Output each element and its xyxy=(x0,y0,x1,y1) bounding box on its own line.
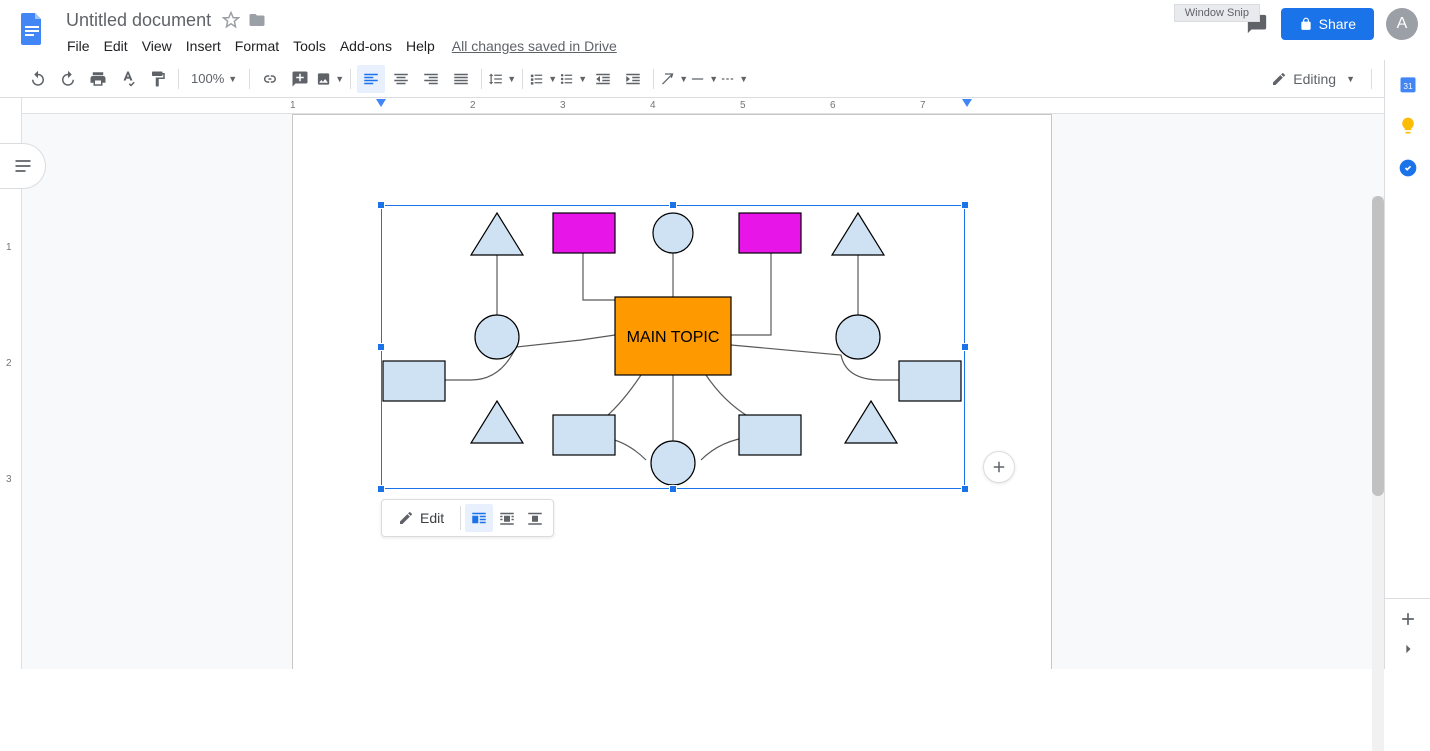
chevron-down-icon: ▼ xyxy=(228,74,237,84)
toolbar-separator xyxy=(460,506,461,530)
edit-drawing-button[interactable]: Edit xyxy=(386,504,456,532)
menu-help[interactable]: Help xyxy=(399,34,442,58)
menu-file[interactable]: File xyxy=(60,34,97,58)
resize-handle-tr[interactable] xyxy=(961,201,969,209)
align-right-button[interactable] xyxy=(417,65,445,93)
increase-indent-button[interactable] xyxy=(619,65,647,93)
chevron-down-icon: ▼ xyxy=(1346,74,1355,84)
toolbar-separator xyxy=(249,69,250,89)
chevron-down-icon: ▼ xyxy=(335,74,344,84)
decrease-indent-button[interactable] xyxy=(589,65,617,93)
add-addon-icon[interactable] xyxy=(1398,609,1418,629)
resize-handle-tm[interactable] xyxy=(669,201,677,209)
document-outline-button[interactable] xyxy=(0,143,46,189)
align-justify-button[interactable] xyxy=(447,65,475,93)
toolbar-separator xyxy=(481,69,482,89)
docs-logo[interactable] xyxy=(12,8,52,48)
insert-image-button[interactable]: ▼ xyxy=(316,65,344,93)
side-panel: 31 xyxy=(1384,60,1430,669)
menu-bar: File Edit View Insert Format Tools Add-o… xyxy=(60,32,1245,60)
indent-marker-left[interactable] xyxy=(376,99,386,107)
resize-handle-ml[interactable] xyxy=(377,343,385,351)
wrap-break-button[interactable] xyxy=(521,504,549,532)
toolbar-separator xyxy=(522,69,523,89)
window-snip-badge: Window Snip xyxy=(1174,4,1260,22)
toolbar-separator xyxy=(178,69,179,89)
tasks-icon[interactable] xyxy=(1398,158,1418,178)
menu-edit[interactable]: Edit xyxy=(97,34,135,58)
header-right: Share A xyxy=(1245,8,1418,40)
menu-tools[interactable]: Tools xyxy=(286,34,333,58)
drawing-object[interactable]: MAIN TOPIC Edit xyxy=(381,205,965,489)
redo-button[interactable] xyxy=(54,65,82,93)
toolbar-separator xyxy=(1371,69,1372,89)
hide-sidepanel-icon[interactable] xyxy=(1398,639,1418,659)
align-left-button[interactable] xyxy=(357,65,385,93)
editing-mode-button[interactable]: Editing ▼ xyxy=(1261,67,1365,91)
insert-link-button[interactable] xyxy=(256,65,284,93)
menu-addons[interactable]: Add-ons xyxy=(333,34,399,58)
keep-icon[interactable] xyxy=(1398,116,1418,136)
toolbar-separator xyxy=(653,69,654,89)
chevron-down-icon: ▼ xyxy=(578,74,587,84)
share-button[interactable]: Share xyxy=(1281,8,1374,40)
share-label: Share xyxy=(1319,16,1356,32)
document-title[interactable]: Untitled document xyxy=(60,8,217,33)
add-comment-bubble-button[interactable] xyxy=(983,451,1015,483)
chevron-down-icon: ▼ xyxy=(739,74,748,84)
chevron-down-icon: ▼ xyxy=(507,74,516,84)
print-button[interactable] xyxy=(84,65,112,93)
paint-format-button[interactable] xyxy=(144,65,172,93)
checklist-button[interactable]: ▼ xyxy=(529,65,557,93)
menu-format[interactable]: Format xyxy=(228,34,286,58)
border-style-button[interactable]: ▼ xyxy=(690,65,718,93)
spellcheck-button[interactable] xyxy=(114,65,142,93)
wrap-text-button[interactable] xyxy=(493,504,521,532)
undo-button[interactable] xyxy=(24,65,52,93)
border-dash-button[interactable]: ▼ xyxy=(720,65,748,93)
chevron-down-icon: ▼ xyxy=(709,74,718,84)
pencil-icon xyxy=(1271,71,1287,87)
resize-handle-br[interactable] xyxy=(961,485,969,493)
indent-marker-right[interactable] xyxy=(962,99,972,107)
chevron-down-icon: ▼ xyxy=(679,74,688,84)
star-icon[interactable] xyxy=(219,8,243,32)
menu-insert[interactable]: Insert xyxy=(179,34,228,58)
line-spacing-button[interactable]: ▼ xyxy=(488,65,516,93)
toolbar-separator xyxy=(350,69,351,89)
folder-icon[interactable] xyxy=(245,8,269,32)
save-status[interactable]: All changes saved in Drive xyxy=(452,38,617,54)
document-page[interactable]: MAIN TOPIC Edit xyxy=(292,114,1052,669)
zoom-selector[interactable]: 100%▼ xyxy=(185,71,243,86)
menu-view[interactable]: View xyxy=(135,34,179,58)
title-area: Untitled document File Edit View Insert … xyxy=(60,8,1245,60)
avatar[interactable]: A xyxy=(1386,8,1418,40)
header: Untitled document File Edit View Insert … xyxy=(0,0,1430,60)
pencil-icon xyxy=(398,510,414,526)
toolbar: 100%▼ ▼ ▼ ▼ ▼ ▼ ▼ ▼ Editing ▼ xyxy=(0,60,1430,98)
resize-handle-tl[interactable] xyxy=(377,201,385,209)
vertical-scrollbar[interactable] xyxy=(1372,196,1384,751)
svg-text:31: 31 xyxy=(1403,81,1413,91)
add-comment-button[interactable] xyxy=(286,65,314,93)
horizontal-ruler[interactable]: 1 2 3 4 5 6 7 xyxy=(22,98,1430,114)
lock-icon xyxy=(1299,17,1313,31)
resize-handle-bm[interactable] xyxy=(669,485,677,493)
bullet-list-button[interactable]: ▼ xyxy=(559,65,587,93)
selection-border xyxy=(381,205,965,489)
clear-formatting-button[interactable]: ▼ xyxy=(660,65,688,93)
canvas-area: 1 2 3 1 2 3 4 5 6 7 xyxy=(0,98,1430,669)
calendar-icon[interactable]: 31 xyxy=(1398,74,1418,94)
resize-handle-mr[interactable] xyxy=(961,343,969,351)
scroll-thumb[interactable] xyxy=(1372,196,1384,496)
chevron-down-icon: ▼ xyxy=(548,74,557,84)
align-center-button[interactable] xyxy=(387,65,415,93)
wrap-inline-button[interactable] xyxy=(465,504,493,532)
resize-handle-bl[interactable] xyxy=(377,485,385,493)
image-options-toolbar: Edit xyxy=(381,499,554,537)
